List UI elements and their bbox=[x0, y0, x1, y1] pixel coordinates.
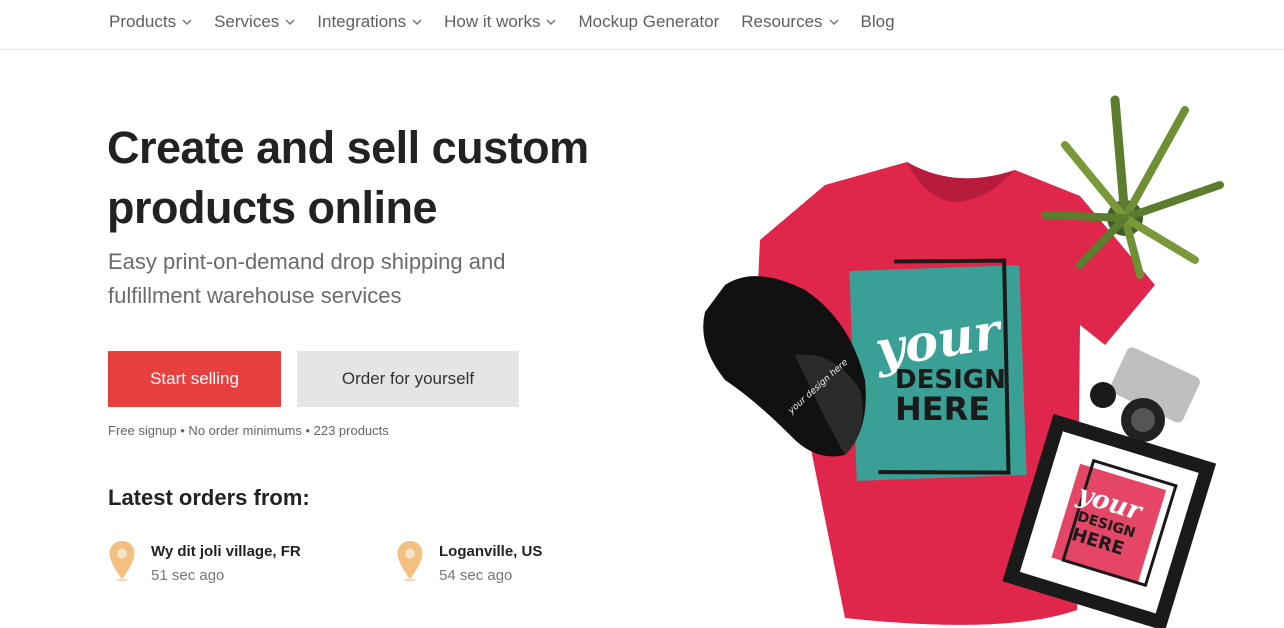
nav-item-label: Products bbox=[109, 12, 177, 31]
signup-footnote: Free signup • No order minimums • 223 pr… bbox=[108, 423, 389, 438]
nav-item-label: Services bbox=[214, 12, 280, 31]
order-time: 54 sec ago bbox=[439, 567, 513, 584]
camera-illustration bbox=[1090, 347, 1200, 442]
hero-title-line-1: Create and sell custom bbox=[107, 122, 589, 173]
chevron-down-icon bbox=[546, 17, 557, 27]
latest-order-item: Loganville, US 54 sec ago bbox=[396, 540, 656, 590]
nav-item-services[interactable]: Services bbox=[214, 11, 295, 33]
hero-title-line-2: products online bbox=[107, 182, 438, 233]
nav-item-resources[interactable]: Resources bbox=[741, 11, 839, 33]
shirt-text-here: HERE bbox=[895, 390, 990, 428]
latest-orders-heading: Latest orders from: bbox=[108, 485, 310, 510]
location-pin-icon bbox=[108, 540, 136, 582]
chevron-down-icon bbox=[412, 17, 422, 27]
nav-item-label: Mockup Generator bbox=[578, 12, 720, 31]
start-selling-button[interactable]: Start selling bbox=[108, 351, 281, 407]
order-city: Wy dit joli village, FR bbox=[151, 543, 301, 560]
nav-item-label: Blog bbox=[860, 12, 895, 31]
top-navigation: Products Services Integrations How it wo… bbox=[0, 0, 1284, 50]
nav-item-mockup-generator[interactable]: Mockup Generator bbox=[578, 11, 719, 33]
nav-item-integrations[interactable]: Integrations bbox=[317, 11, 422, 33]
nav-item-label: Resources bbox=[741, 12, 823, 31]
nav-item-products[interactable]: Products bbox=[109, 11, 192, 33]
hero-subtitle: Easy print-on-demand drop shipping and f… bbox=[108, 245, 578, 313]
chevron-down-icon bbox=[182, 17, 192, 27]
order-city: Loganville, US bbox=[439, 543, 543, 560]
nav-item-label: Integrations bbox=[317, 12, 407, 31]
chevron-down-icon bbox=[829, 17, 839, 27]
order-time: 51 sec ago bbox=[151, 567, 225, 584]
hero-title: Create and sell custom products online bbox=[107, 118, 667, 238]
location-pin-icon bbox=[396, 540, 424, 582]
hero-product-image: your DESIGN HERE your design here your D… bbox=[685, 90, 1225, 628]
latest-order-item: Wy dit joli village, FR 51 sec ago bbox=[108, 540, 368, 590]
order-for-yourself-button[interactable]: Order for yourself bbox=[297, 351, 519, 407]
nav-item-blog[interactable]: Blog bbox=[861, 11, 895, 33]
nav-list: Products Services Integrations How it wo… bbox=[109, 11, 917, 33]
nav-item-how-it-works[interactable]: How it works bbox=[444, 11, 557, 33]
nav-item-label: How it works bbox=[444, 12, 541, 31]
hero-subtitle-line-2: fulfillment warehouse services bbox=[108, 283, 402, 308]
hero-subtitle-line-1: Easy print-on-demand drop shipping and bbox=[108, 249, 506, 274]
chevron-down-icon bbox=[285, 17, 295, 27]
